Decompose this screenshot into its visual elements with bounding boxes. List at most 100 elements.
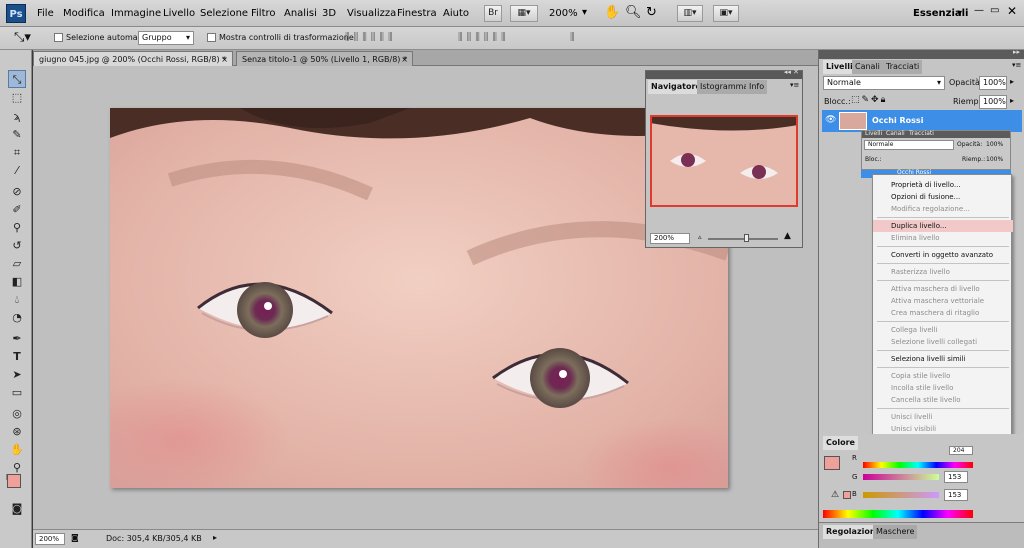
eye-visibility-icon[interactable]: 👁︎ bbox=[825, 115, 836, 125]
context-menu-item[interactable]: Duplica livello... bbox=[873, 220, 1013, 232]
3d-rotate-tool-icon[interactable]: ◎ bbox=[8, 405, 26, 423]
mini-tab-tracciati[interactable]: Tracciati bbox=[909, 130, 934, 137]
healing-brush-tool-icon[interactable]: ⊘ bbox=[8, 183, 26, 201]
menu-finestra[interactable]: Finestra bbox=[397, 8, 437, 19]
slider-thumb[interactable] bbox=[744, 234, 749, 242]
move-tool-preset-icon[interactable]: ⤡▾ bbox=[14, 30, 31, 45]
auto-align-icon[interactable]: ⫼ bbox=[570, 32, 575, 43]
tab-maschere[interactable]: Maschere bbox=[873, 525, 918, 539]
gamut-warning-icon[interactable]: ⚠ bbox=[831, 490, 839, 500]
context-menu-item[interactable]: Unisci livelli bbox=[873, 411, 1013, 423]
b-slider[interactable] bbox=[863, 492, 939, 498]
layers-panel-header[interactable]: ▸▸ bbox=[819, 48, 1024, 59]
distribute-icons[interactable]: ⫼⫼⫼⫼⫼⫼ bbox=[458, 32, 510, 43]
menu-selezione[interactable]: Selezione bbox=[200, 8, 248, 19]
zoom-dropdown-arrow-icon[interactable]: ▾ bbox=[582, 7, 587, 18]
arrange-documents-button[interactable]: ▥▾ bbox=[677, 5, 703, 22]
menu-file[interactable]: File bbox=[37, 8, 54, 19]
context-menu-item[interactable]: Attiva maschera vettoriale bbox=[873, 295, 1013, 307]
pen-tool-icon[interactable]: ✒ bbox=[8, 330, 26, 348]
tab-senza-titolo[interactable]: Senza titolo-1 @ 50% (Livello 1, RGB/8) … bbox=[236, 51, 413, 66]
zoom-tool-icon[interactable]: 🔍︎ bbox=[625, 5, 642, 20]
close-tab-icon[interactable]: × bbox=[221, 52, 228, 67]
context-menu-item[interactable]: Modifica regolazione... bbox=[873, 203, 1013, 215]
color-ramp[interactable] bbox=[823, 510, 973, 518]
auto-select-dropdown[interactable]: Gruppo ▾ bbox=[138, 31, 194, 45]
crop-tool-icon[interactable]: ⌗ bbox=[8, 144, 26, 162]
context-menu-item[interactable]: Attiva maschera di livello bbox=[873, 283, 1013, 295]
fill-field[interactable]: 100% bbox=[979, 95, 1007, 109]
context-menu-item[interactable]: Proprietà di livello... bbox=[873, 179, 1013, 191]
context-menu-item[interactable]: Copia stile livello bbox=[873, 370, 1013, 382]
tab-canali[interactable]: Canali bbox=[852, 60, 883, 74]
canvas-area[interactable]: ◂◂ ✕ Navigatore Istogramma Info ▾≡ 200% … bbox=[33, 66, 818, 529]
navigator-titlebar[interactable]: ◂◂ ✕ bbox=[646, 68, 802, 79]
tab-tracciati[interactable]: Tracciati bbox=[883, 60, 923, 74]
collapse-icon[interactable]: ◂◂ ✕ bbox=[784, 68, 799, 76]
tab-colore[interactable]: Colore bbox=[823, 436, 858, 450]
context-menu-item[interactable]: Crea maschera di ritaglio bbox=[873, 307, 1013, 319]
menu-immagine[interactable]: Immagine bbox=[111, 8, 161, 19]
context-menu-item[interactable]: Elimina livello bbox=[873, 232, 1013, 244]
tab-navigatore[interactable]: Navigatore bbox=[648, 80, 704, 94]
navigator-preview[interactable] bbox=[650, 115, 798, 207]
zoom-in-icon[interactable]: ▲ bbox=[784, 231, 791, 241]
blur-tool-icon[interactable]: 💧︎ bbox=[8, 291, 26, 309]
minimize-icon[interactable]: — bbox=[974, 5, 984, 16]
context-menu-item[interactable]: Rasterizza livello bbox=[873, 266, 1013, 278]
move-tool-icon[interactable]: ⤡ bbox=[8, 70, 26, 88]
tab-giugno-045[interactable]: giugno 045.jpg @ 200% (Occhi Rossi, RGB/… bbox=[33, 51, 233, 66]
gradient-tool-icon[interactable]: ◧ bbox=[8, 273, 26, 291]
workspace-dropdown-icon[interactable]: ▾ bbox=[957, 8, 962, 19]
close-tab-icon[interactable]: × bbox=[401, 52, 408, 67]
navigator-zoom-slider[interactable] bbox=[708, 238, 778, 240]
gamut-swatch[interactable] bbox=[843, 491, 851, 499]
context-menu-item[interactable]: Converti in oggetto avanzato bbox=[873, 249, 1013, 261]
panel-menu-icon[interactable]: ▾≡ bbox=[1012, 61, 1021, 69]
hand-tool-icon[interactable]: ✋ bbox=[8, 441, 26, 459]
bridge-button[interactable]: Br bbox=[484, 5, 502, 22]
mini-fill-value[interactable]: 100% bbox=[986, 156, 1003, 163]
mini-tab-canali[interactable]: Canali bbox=[886, 130, 905, 137]
r-value[interactable]: 204 bbox=[949, 446, 973, 455]
clone-stamp-tool-icon[interactable]: ⚲ bbox=[8, 219, 26, 237]
view-extras-button[interactable]: ▦▾ bbox=[510, 5, 538, 22]
tab-livelli[interactable]: Livelli bbox=[823, 60, 856, 74]
close-icon[interactable]: ✕ bbox=[1007, 4, 1017, 18]
lock-icons[interactable]: ⬚✎✥🔒︎ bbox=[851, 95, 887, 105]
context-menu-item[interactable]: Incolla stile livello bbox=[873, 382, 1013, 394]
history-brush-tool-icon[interactable]: ↺ bbox=[8, 237, 26, 255]
menu-modifica[interactable]: Modifica bbox=[63, 8, 105, 19]
screen-mode-button[interactable]: ▣▾ bbox=[713, 5, 739, 22]
marquee-tool-icon[interactable]: ⬚ bbox=[8, 89, 26, 107]
show-transform-checkbox[interactable] bbox=[207, 33, 216, 42]
context-menu-item[interactable]: Seleziona livelli simili bbox=[873, 353, 1013, 365]
context-menu-item[interactable]: Collega livelli bbox=[873, 324, 1013, 336]
eyedropper-tool-icon[interactable]: ⁄ bbox=[8, 162, 26, 180]
tab-info[interactable]: Info bbox=[746, 80, 768, 94]
mini-opacity-value[interactable]: 100% bbox=[986, 141, 1003, 148]
mini-blend-mode-dropdown[interactable]: Normale bbox=[864, 140, 954, 150]
foreground-color-swatch[interactable] bbox=[7, 474, 21, 488]
align-icons[interactable]: ⫼⫼⫼⫼⫼⫼ bbox=[345, 32, 397, 43]
3d-orbit-tool-icon[interactable]: ⊛ bbox=[8, 423, 26, 441]
status-arrow-icon[interactable]: ▸ bbox=[213, 533, 217, 542]
menu-3d[interactable]: 3D bbox=[322, 8, 336, 19]
menu-livello[interactable]: Livello bbox=[163, 8, 195, 19]
context-menu-item[interactable]: Cancella stile livello bbox=[873, 394, 1013, 406]
brush-tool-icon[interactable]: ✐ bbox=[8, 201, 26, 219]
rotate-view-icon[interactable]: ↻ bbox=[646, 5, 657, 20]
menu-aiuto[interactable]: Aiuto bbox=[443, 8, 469, 19]
eraser-tool-icon[interactable]: ▱ bbox=[8, 255, 26, 273]
mini-tab-livelli[interactable]: Livelli bbox=[865, 130, 882, 137]
layer-row-occhi-rossi[interactable]: 👁︎ Occhi Rossi bbox=[822, 110, 1022, 132]
g-slider[interactable] bbox=[863, 474, 939, 480]
shape-tool-icon[interactable]: ▭ bbox=[8, 384, 26, 402]
fill-arrow-icon[interactable]: ▸ bbox=[1010, 96, 1014, 105]
menu-analisi[interactable]: Analisi bbox=[284, 8, 317, 19]
context-menu-item[interactable]: Selezione livelli collegati bbox=[873, 336, 1013, 348]
color-spectrum-bar[interactable] bbox=[863, 462, 973, 468]
status-zoom-field[interactable]: 200% bbox=[35, 533, 65, 545]
zoom-level-menu[interactable]: 200% bbox=[549, 8, 578, 19]
menu-filtro[interactable]: Filtro bbox=[251, 8, 276, 19]
